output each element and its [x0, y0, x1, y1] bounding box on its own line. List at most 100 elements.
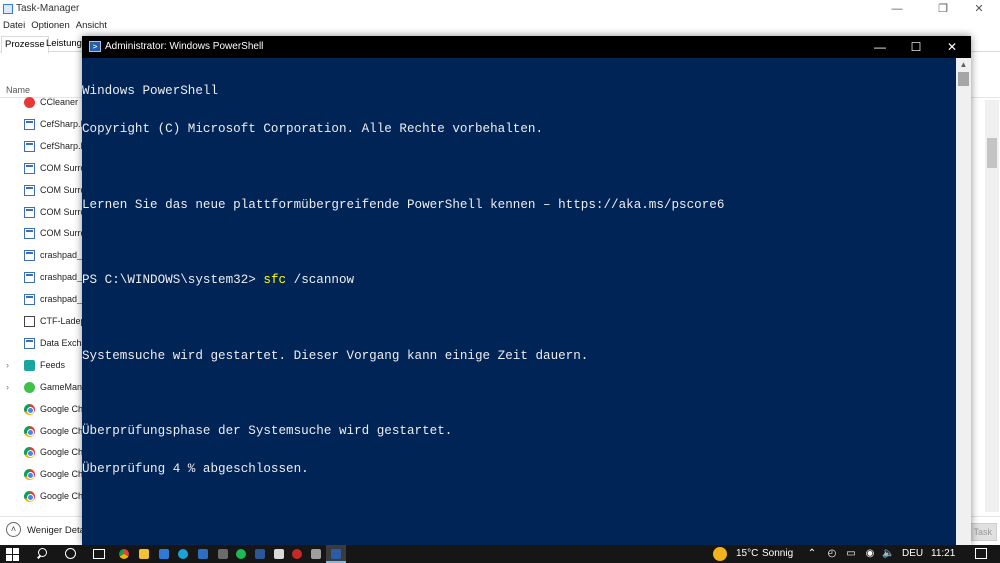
process-row[interactable]: COM Surro — [0, 202, 82, 224]
process-row[interactable]: COM Surro — [0, 180, 82, 202]
console-line: Überprüfung 4 % abgeschlossen. — [82, 462, 309, 476]
task-view-icon[interactable] — [91, 547, 105, 561]
process-row[interactable]: crashpad_ — [0, 289, 82, 311]
weather-temperature[interactable]: 15°C — [736, 545, 758, 563]
app-window-icon — [24, 337, 35, 349]
chevron-up-icon[interactable]: ˄ — [6, 522, 21, 537]
language-indicator[interactable]: DEU — [902, 545, 923, 563]
chevron-right-icon[interactable]: › — [6, 360, 9, 370]
powershell-window: > Administrator: Windows PowerShell — ☐ … — [82, 36, 971, 545]
spotify-icon[interactable] — [236, 549, 246, 559]
task-manager-menubar: Datei Optionen Ansicht — [0, 18, 110, 34]
process-row[interactable]: crashpad_ — [0, 245, 82, 267]
process-row[interactable]: Google Ch — [0, 442, 82, 464]
console-command: sfc — [263, 273, 287, 288]
process-row[interactable]: Data Excha — [0, 333, 82, 355]
console-line: Überprüfungsphase der Systemsuche wird g… — [82, 424, 453, 439]
fewer-details-link[interactable]: Weniger Details — [27, 525, 82, 536]
app-icon[interactable] — [218, 549, 228, 559]
edge-icon[interactable] — [178, 549, 188, 559]
volume-icon[interactable]: 🔈 — [882, 548, 894, 560]
cortana-icon[interactable] — [63, 547, 77, 561]
search-icon[interactable] — [35, 547, 49, 561]
process-row[interactable]: Google Ch — [0, 399, 82, 421]
app-icon[interactable] — [292, 549, 302, 559]
sun-icon[interactable] — [713, 547, 727, 561]
process-row[interactable]: CefSharp.B — [0, 114, 82, 136]
task-manager-taskbar-icon[interactable] — [311, 549, 321, 559]
app-window-icon — [24, 118, 35, 130]
chrome-icon — [24, 491, 35, 503]
ps-minimize-button[interactable]: — — [862, 36, 898, 58]
process-name: COM Surro — [40, 162, 82, 173]
scrollbar-thumb[interactable] — [987, 138, 997, 168]
process-row[interactable]: crashpad_ — [0, 267, 82, 289]
windows-start-icon[interactable] — [6, 547, 20, 561]
process-name: GameMana — [40, 381, 82, 392]
process-name: Feeds — [40, 359, 66, 370]
powershell-titlebar[interactable]: > Administrator: Windows PowerShell — ☐ … — [82, 36, 971, 58]
process-row[interactable]: › GameMana — [0, 377, 82, 399]
scroll-up-arrow-icon[interactable]: ▲ — [956, 58, 971, 72]
console-line: Copyright (C) Microsoft Corporation. All… — [82, 121, 544, 136]
app-icon[interactable] — [274, 549, 284, 559]
task-manager-icon — [3, 4, 13, 14]
process-row[interactable]: CCleaner — [0, 92, 82, 114]
menu-optionen[interactable]: Optionen — [28, 18, 73, 34]
powershell-title: Administrator: Windows PowerShell — [105, 41, 264, 52]
tm-restore-button[interactable]: ❐ — [926, 0, 960, 18]
powershell-taskbar-icon — [331, 549, 341, 559]
process-name: Google Ch — [40, 469, 82, 480]
process-row[interactable]: › Feeds — [0, 355, 82, 377]
tm-close-button[interactable]: ✕ — [962, 0, 996, 18]
app-tray-icon[interactable]: ◉ — [864, 548, 876, 560]
process-row[interactable]: CefSharp.B — [0, 136, 82, 158]
notification-icon[interactable] — [975, 548, 987, 559]
console-line: Lernen Sie das neue plattformübergreifen… — [82, 197, 725, 212]
console-scrollbar-thumb[interactable] — [958, 72, 969, 86]
chevron-right-icon[interactable]: › — [6, 382, 9, 392]
process-name: CCleaner — [40, 97, 79, 107]
process-row[interactable]: Google Ch — [0, 421, 82, 443]
app-window-icon — [24, 184, 35, 196]
console-scrollbar[interactable]: ▲ — [956, 58, 971, 545]
process-row[interactable]: CTF-Ladep — [0, 311, 82, 333]
app-window-icon — [24, 228, 35, 240]
ps-close-button[interactable]: ✕ — [934, 36, 970, 58]
process-list-scrollbar[interactable] — [985, 100, 999, 512]
process-name: CTF-Ladep — [40, 316, 82, 326]
tab-leistung[interactable]: Leistung — [43, 36, 85, 52]
process-name: Data Excha — [40, 337, 82, 348]
process-name: crashpad_ — [40, 272, 82, 283]
clock-time[interactable]: 11:21 — [931, 545, 955, 563]
word-icon[interactable] — [255, 549, 265, 559]
process-name: Google Ch — [40, 491, 82, 502]
chevron-up-icon[interactable]: ⌃ — [806, 548, 818, 560]
process-row[interactable]: Google Ch — [0, 464, 82, 486]
weather-condition[interactable]: Sonnig — [762, 545, 793, 563]
process-name: COM Surro — [40, 228, 82, 239]
app-window-icon — [24, 250, 35, 262]
network-icon[interactable]: ◴ — [826, 548, 838, 560]
store-icon[interactable] — [159, 549, 169, 559]
file-explorer-icon[interactable] — [139, 549, 149, 559]
process-name: CefSharp.B — [40, 118, 82, 129]
battery-icon[interactable]: ▭ — [845, 548, 857, 560]
tm-minimize-button[interactable]: — — [880, 0, 914, 18]
ctf-icon — [24, 316, 35, 327]
menu-ansicht[interactable]: Ansicht — [73, 18, 110, 34]
powershell-icon: > — [89, 41, 101, 52]
menu-datei[interactable]: Datei — [0, 18, 28, 34]
console-output[interactable]: Windows PowerShell Copyright (C) Microso… — [82, 58, 956, 545]
app-window-icon — [24, 206, 35, 218]
process-row[interactable]: COM Surro — [0, 158, 82, 180]
chrome-icon — [24, 425, 35, 437]
chrome-taskbar-icon[interactable] — [119, 549, 129, 559]
ps-maximize-button[interactable]: ☐ — [898, 36, 934, 58]
tab-prozesse[interactable]: Prozesse — [1, 36, 49, 54]
process-row[interactable]: COM Surro — [0, 223, 82, 245]
process-row[interactable]: Google Ch — [0, 486, 82, 508]
app-icon[interactable] — [198, 549, 208, 559]
task-manager-titlebar[interactable]: Task-Manager — ❐ ✕ — [0, 0, 1000, 18]
task-manager-title: Task-Manager — [16, 3, 80, 14]
